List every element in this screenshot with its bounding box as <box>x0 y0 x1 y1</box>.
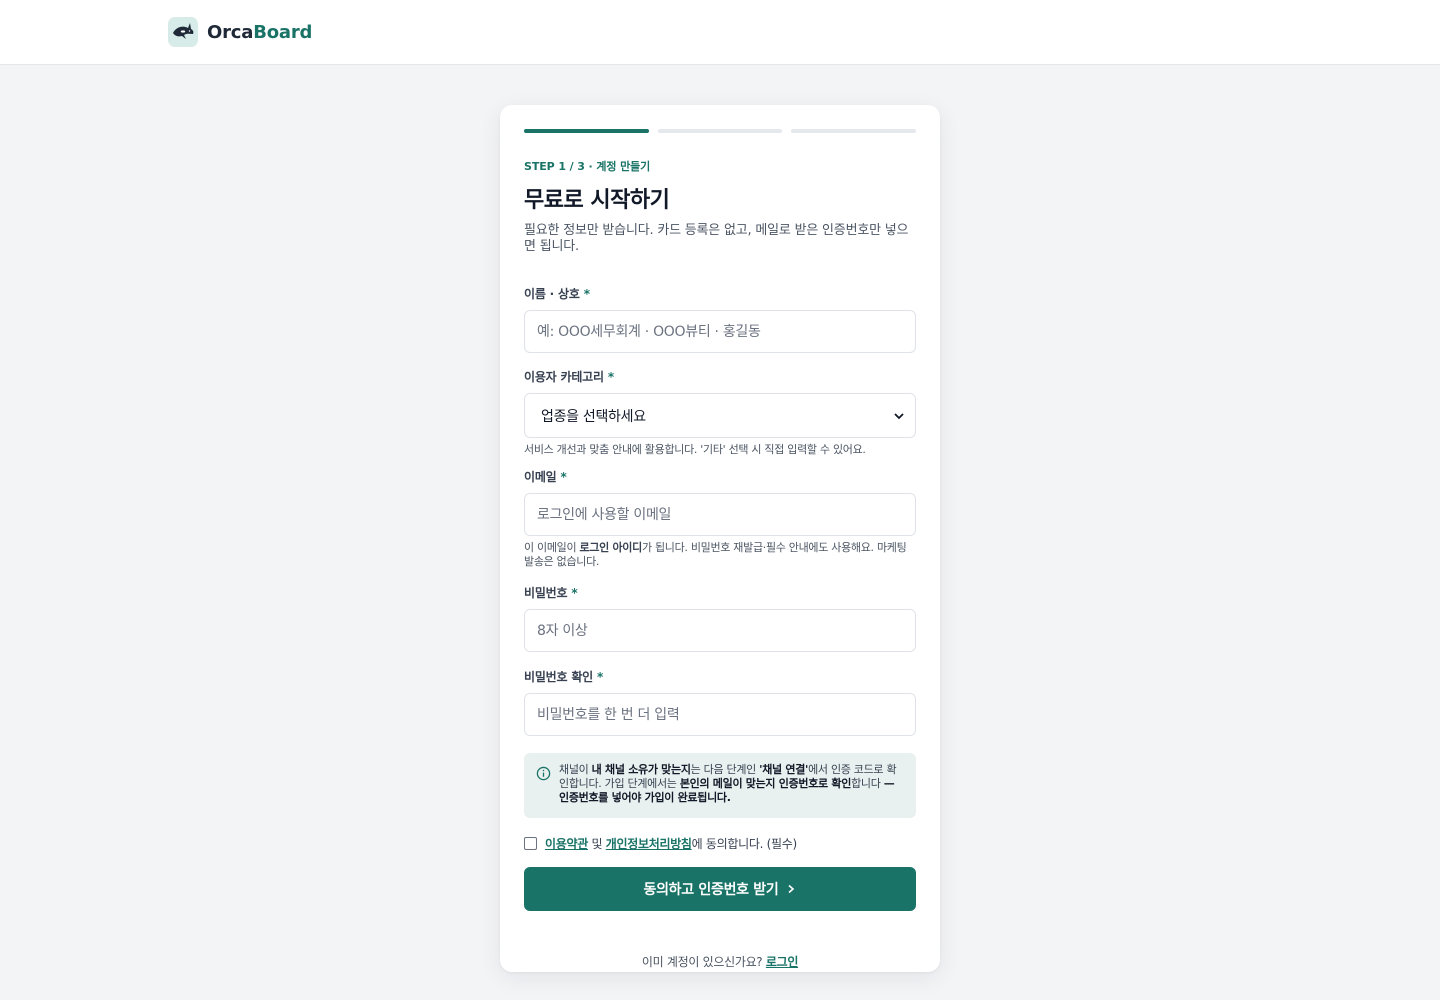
password-label: 비밀번호 * <box>524 586 578 600</box>
terms-agreement-text: 이용약관 및 개인정보처리방침에 동의합니다. (필수) <box>545 837 797 851</box>
name-label: 이름 · 상호 * <box>524 287 590 301</box>
step-label: STEP 1 / 3 · 계정 만들기 <box>524 160 651 173</box>
name-field-group: 이름 · 상호 * <box>524 285 916 353</box>
terms-checkbox[interactable] <box>524 837 537 850</box>
email-input[interactable] <box>524 493 916 536</box>
category-label: 이용자 카테고리 * <box>524 370 614 384</box>
submit-button[interactable]: 동의하고 인증번호 받기 <box>524 867 916 911</box>
chevron-right-icon <box>788 884 795 894</box>
orca-whale-icon <box>168 17 198 47</box>
signup-card: STEP 1 / 3 · 계정 만들기 무료로 시작하기 필요한 정보만 받습니… <box>500 105 940 972</box>
category-selected-value: 업종을 선택하세요 <box>541 408 646 425</box>
email-field-group: 이메일* 이 이메일이 로그인 아이디가 됩니다. 비밀번호 재발급·필수 안내… <box>524 468 916 569</box>
brand[interactable]: OrcaBoard <box>168 17 312 47</box>
progress-step-1 <box>524 129 649 133</box>
password-input[interactable] <box>524 609 916 652</box>
info-notice-text: 채널이 내 채널 소유가 맞는지는 다음 단계인 '채널 연결'에서 인증 코드… <box>559 763 897 804</box>
name-input[interactable] <box>524 310 916 353</box>
password-confirm-field-group: 비밀번호 확인 * <box>524 668 916 736</box>
email-label: 이메일 * <box>524 470 567 484</box>
privacy-policy-link[interactable]: 개인정보처리방침 <box>606 837 692 851</box>
terms-agreement: 이용약관 및 개인정보처리방침에 동의합니다. (필수) <box>524 835 916 852</box>
brand-name: OrcaBoard <box>207 21 313 43</box>
email-hint: 이 이메일이 로그인 아이디가 됩니다. 비밀번호 재발급·필수 안내에도 사용… <box>524 541 907 568</box>
password-confirm-input[interactable] <box>524 693 916 736</box>
info-notice: 채널이 내 채널 소유가 맞는지는 다음 단계인 '채널 연결'에서 인증 코드… <box>524 753 916 818</box>
login-prompt: 이미 계정이 있으신가요? 로그인 <box>641 955 799 969</box>
info-circle-icon <box>536 766 551 781</box>
category-select[interactable]: 업종을 선택하세요 <box>524 393 916 438</box>
progress-step-3 <box>791 129 917 133</box>
chevron-down-icon <box>894 412 904 419</box>
page-subtitle: 필요한 정보만 받습니다. 카드 등록은 없고, 메일로 받은 인증번호만 넣으… <box>524 223 909 254</box>
category-hint: 서비스 개선과 맞춤 안내에 활용합니다. '기타' 선택 시 직접 입력할 수… <box>524 443 866 456</box>
terms-link[interactable]: 이용약관 <box>545 837 588 851</box>
step-progress <box>524 129 917 133</box>
password-confirm-label: 비밀번호 확인 * <box>524 670 604 684</box>
login-link[interactable]: 로그인 <box>766 955 799 969</box>
top-bar: OrcaBoard <box>0 0 1440 65</box>
page-title: 무료로 시작하기 <box>524 188 670 213</box>
category-field-group: 이용자 카테고리 * 업종을 선택하세요 서비스 개선과 맞춤 안내에 활용합니다… <box>524 368 916 457</box>
password-field-group: 비밀번호 * <box>524 584 916 652</box>
progress-step-2 <box>657 129 783 133</box>
submit-button-label: 동의하고 인증번호 받기 <box>643 882 779 898</box>
